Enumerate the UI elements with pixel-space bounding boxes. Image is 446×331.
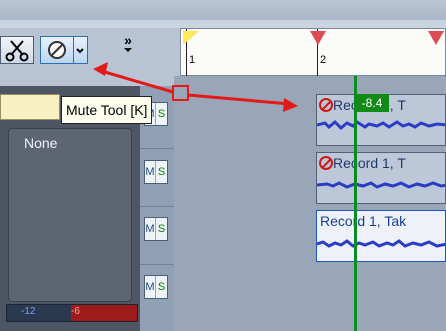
muted-icon [319,156,333,170]
top-strip-shadow [0,20,446,28]
playhead-label: -8.4 [355,94,389,112]
audio-clip-muted[interactable]: Record 1, T [316,152,446,204]
channel-label: None [24,135,58,151]
timeline-ruler[interactable]: 1 2 [180,28,446,77]
muted-icon [319,98,333,112]
chevron-down-icon [76,48,84,54]
meter-label-6: -6 [71,306,80,317]
ruler-markers [183,31,444,45]
toolbar: » [0,28,180,86]
app-window: » 1 2 None -12 -6 MS MS MS MS [0,0,446,331]
audio-clip[interactable]: Record 1, Tak [316,210,446,262]
mute-button[interactable]: M [145,161,156,183]
mute-solo-group: MS [144,160,168,184]
clip-title: Record 1, T [333,155,406,171]
marker-flag[interactable] [310,31,326,45]
overflow-arrow-icon [124,48,132,52]
mute-button[interactable]: M [145,276,156,298]
clip-waveform [317,119,445,131]
toolbar-overflow-button[interactable]: » [118,33,138,61]
playhead[interactable] [354,76,357,331]
solo-button[interactable]: S [156,218,167,240]
channel-box[interactable] [8,128,132,302]
track-header[interactable] [0,94,60,120]
loop-start-marker[interactable] [183,31,199,45]
double-chevron-icon: » [124,32,132,48]
solo-button[interactable]: S [156,276,167,298]
meter-label-12: -12 [21,306,36,317]
clip-waveform [317,181,445,189]
mute-icon [48,41,66,59]
mute-solo-group: MS [144,275,168,299]
meter-red-zone [71,305,137,321]
clip-waveform [317,239,445,248]
mute-tool-button[interactable] [40,36,74,64]
solo-button[interactable]: S [156,103,167,125]
level-meter: -12 -6 [6,304,138,322]
scissors-icon [5,40,29,62]
mute-tool-dropdown[interactable] [74,36,88,64]
marker-flag[interactable] [428,31,444,45]
scissors-tool-button[interactable] [0,36,34,64]
clip-title: Record 1, Tak [320,213,407,229]
mute-solo-group: MS [144,217,168,241]
tooltip: Mute Tool [K] [61,96,153,124]
solo-button[interactable]: S [156,161,167,183]
mute-button[interactable]: M [145,218,156,240]
